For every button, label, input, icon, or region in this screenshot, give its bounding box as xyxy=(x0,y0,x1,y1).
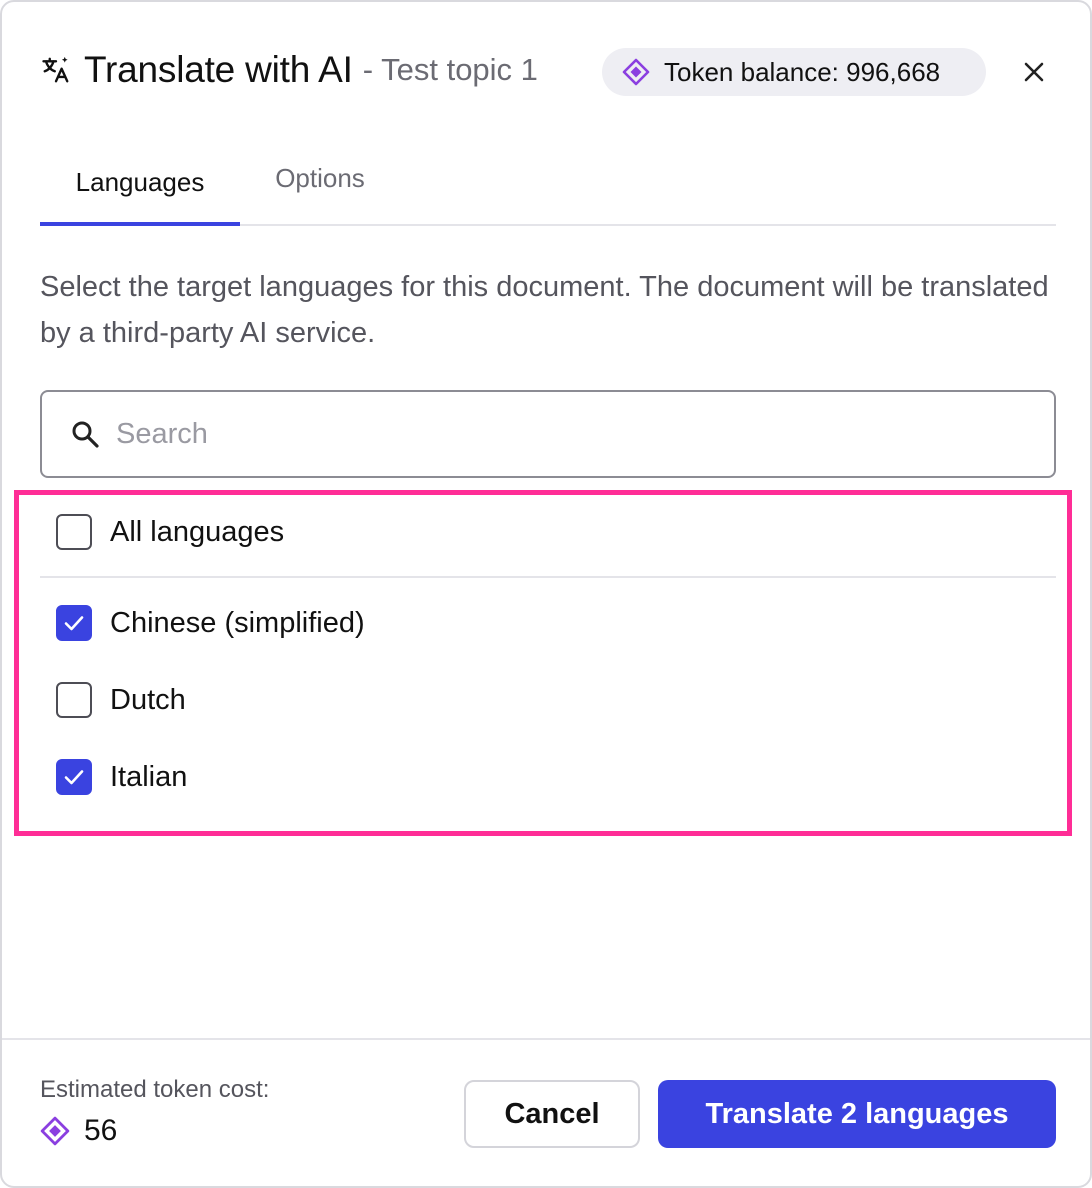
estimated-cost: 56 xyxy=(40,1114,117,1148)
translate-dialog: Translate with AI - Test topic 1 Token b… xyxy=(0,0,1092,1188)
token-diamond-icon xyxy=(622,58,650,86)
checkmark-icon xyxy=(64,770,84,785)
list-divider xyxy=(40,576,1056,578)
checkmark-icon xyxy=(64,616,84,631)
dutch-checkbox[interactable] xyxy=(56,682,92,718)
close-button[interactable] xyxy=(1016,54,1052,90)
language-label: Chinese (simplified) xyxy=(110,606,365,639)
all-languages-option[interactable]: All languages xyxy=(56,507,284,557)
dialog-header: Translate with AI - Test topic 1 Token b… xyxy=(40,40,1052,100)
language-label: Italian xyxy=(110,760,188,793)
tab-options[interactable]: Options xyxy=(250,142,390,214)
search-box[interactable] xyxy=(40,390,1056,478)
search-input[interactable] xyxy=(116,417,1016,451)
translate-icon xyxy=(40,54,72,86)
token-diamond-icon xyxy=(40,1116,70,1146)
token-balance-badge: Token balance: 996,668 xyxy=(602,48,986,96)
dialog-subtitle: - Test topic 1 xyxy=(362,52,538,87)
language-item-italian[interactable]: Italian xyxy=(56,752,187,802)
tab-languages[interactable]: Languages xyxy=(40,142,240,226)
description-text: Select the target languages for this doc… xyxy=(40,271,1049,349)
footer-divider xyxy=(2,1038,1090,1040)
italian-checkbox[interactable] xyxy=(56,759,92,795)
language-item-dutch[interactable]: Dutch xyxy=(56,675,186,725)
tab-bar: Languages Options xyxy=(40,142,1056,226)
close-icon xyxy=(1024,62,1044,82)
token-balance-label: Token balance: 996,668 xyxy=(664,56,941,87)
all-languages-label: All languages xyxy=(110,515,285,548)
chinese-checkbox[interactable] xyxy=(56,605,92,641)
dialog-title: Translate with AI xyxy=(84,49,353,90)
estimated-cost-label: Estimated token cost: xyxy=(40,1076,270,1103)
estimated-cost-value: 56 xyxy=(84,1114,118,1147)
cancel-button[interactable]: Cancel xyxy=(464,1080,640,1148)
search-icon xyxy=(70,419,100,449)
language-item-chinese[interactable]: Chinese (simplified) xyxy=(56,598,365,648)
translate-button[interactable]: Translate 2 languages xyxy=(658,1080,1056,1148)
language-label: Dutch xyxy=(110,683,186,716)
all-languages-checkbox[interactable] xyxy=(56,514,92,550)
